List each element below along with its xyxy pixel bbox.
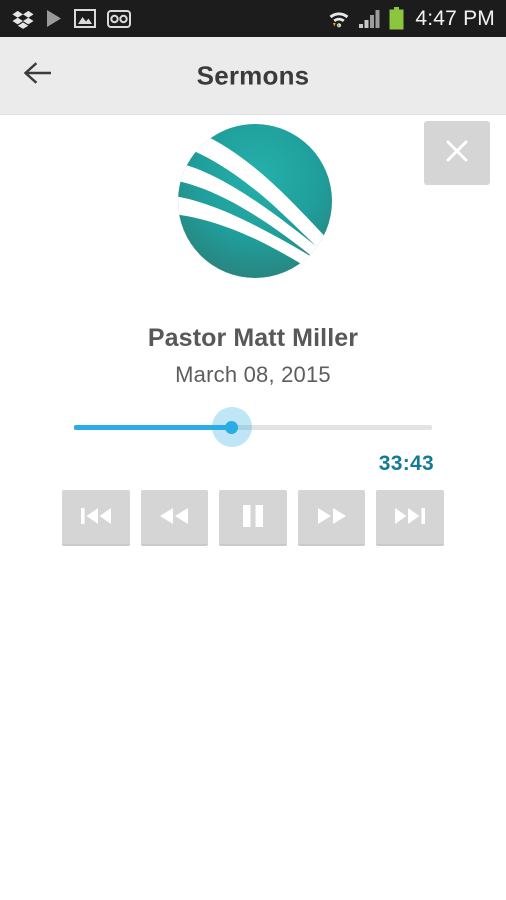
seek-bar[interactable] <box>74 407 432 447</box>
status-bar: 4:47 PM <box>0 0 506 37</box>
pause-icon <box>238 502 268 533</box>
fast-forward-icon <box>314 503 350 532</box>
duration-label: 33:43 <box>378 452 434 475</box>
seek-thumb[interactable] <box>211 407 252 447</box>
close-button[interactable] <box>424 121 490 185</box>
status-bar-right-icons: 4:47 PM <box>327 7 495 31</box>
gallery-image-icon <box>74 9 96 28</box>
seek-fill <box>74 425 232 430</box>
cellular-signal-icon <box>358 9 382 29</box>
status-bar-left-icons <box>12 8 131 30</box>
track-date: March 08, 2015 <box>175 362 331 387</box>
fast-forward-button[interactable] <box>297 490 366 546</box>
track-title: Pastor Matt Miller <box>147 324 359 352</box>
voicemail-icon <box>107 9 131 28</box>
church-globe-logo <box>177 123 333 279</box>
rewind-icon <box>156 503 192 532</box>
page-title: Sermons <box>196 60 310 90</box>
dropbox-icon <box>12 8 34 30</box>
next-track-icon <box>392 503 428 532</box>
battery-icon <box>389 7 404 30</box>
player-screen: Pastor Matt Miller March 08, 2015 33:43 <box>0 115 506 900</box>
next-track-button[interactable] <box>376 490 444 546</box>
transport-controls <box>62 490 444 546</box>
rewind-button[interactable] <box>140 490 209 546</box>
status-bar-clock: 4:47 PM <box>415 6 495 30</box>
previous-track-icon <box>78 503 114 532</box>
pause-button[interactable] <box>219 490 287 546</box>
play-icon <box>45 9 63 28</box>
wifi-icon <box>327 7 351 31</box>
action-bar: Sermons <box>0 37 506 115</box>
previous-track-button[interactable] <box>62 490 130 546</box>
close-x-icon <box>441 135 473 172</box>
